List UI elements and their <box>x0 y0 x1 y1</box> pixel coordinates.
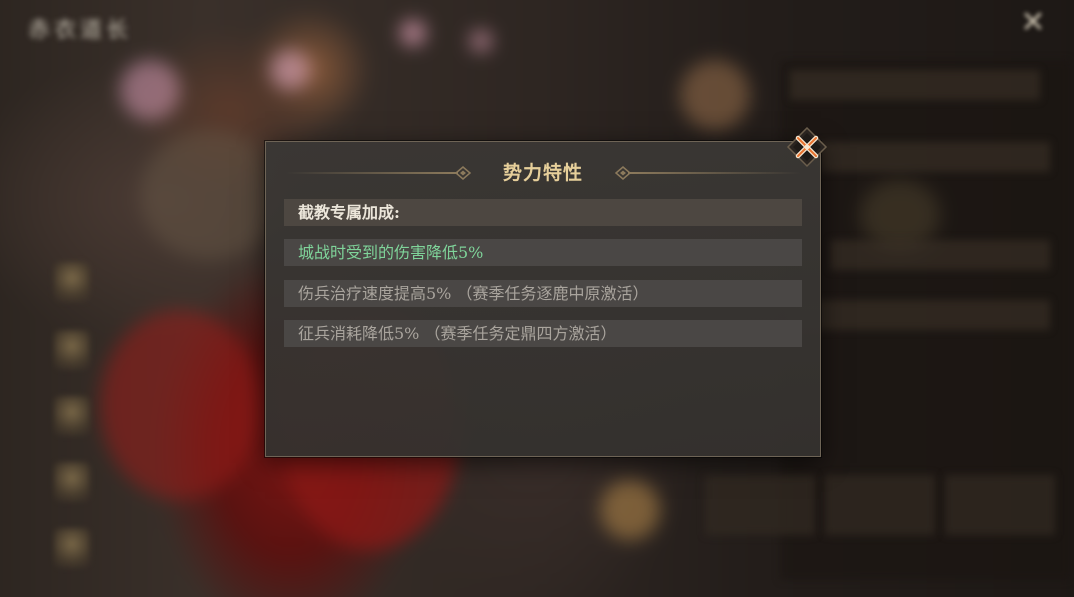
background-page-title: 赤衣道长 <box>28 18 133 43</box>
background-row <box>790 300 1050 330</box>
background-card <box>705 475 815 535</box>
section-header: 截教专属加成: <box>284 199 802 226</box>
game-scene: 赤衣道长 ✕ 势力特性 截教专属加成: 城战时受到的伤害降低5% 伤兵治疗速度提高… <box>0 0 1074 597</box>
side-menu-icon-5 <box>54 528 90 568</box>
side-menu-icon-1 <box>54 262 90 302</box>
trait-item-locked: 征兵消耗降低5% （赛季任务定鼎四方激活） <box>284 320 802 347</box>
faction-traits-dialog: 势力特性 截教专属加成: 城战时受到的伤害降低5% 伤兵治疗速度提高5% （赛季任… <box>265 141 821 457</box>
background-row <box>830 240 1050 270</box>
close-icon[interactable] <box>786 126 828 168</box>
background-close-icon[interactable]: ✕ <box>1016 6 1050 40</box>
dialog-header: 势力特性 <box>266 158 820 188</box>
trait-item-locked: 伤兵治疗速度提高5% （赛季任务逐鹿中原激活） <box>284 280 802 307</box>
background-card <box>945 475 1055 535</box>
background-row <box>790 70 1040 100</box>
header-divider-right <box>628 172 800 174</box>
side-menu-icon-2 <box>54 330 90 370</box>
background-card <box>825 475 935 535</box>
background-row <box>820 142 1050 172</box>
side-menu-icon-3 <box>54 396 90 436</box>
side-menu-icon-4 <box>54 462 90 502</box>
trait-item-active: 城战时受到的伤害降低5% <box>284 239 802 266</box>
